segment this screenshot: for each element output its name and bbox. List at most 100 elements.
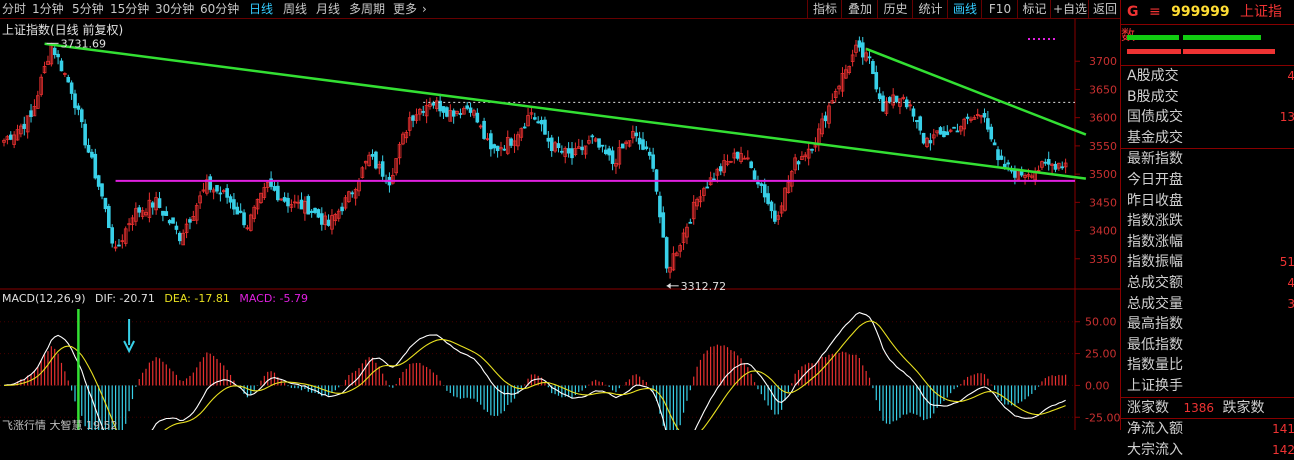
candle-body <box>79 109 84 123</box>
candle-body <box>509 138 513 146</box>
candle-body <box>938 127 943 135</box>
quote-row-value: 51 <box>1279 255 1294 270</box>
timeframe-tab-3[interactable]: 15分钟 <box>110 0 149 18</box>
tool-button-7[interactable]: +自选 <box>1050 0 1089 18</box>
kline-chart[interactable]: 3350 3400 3450 3500 3550 3600 3650 3700 3731.69 3… <box>0 19 1120 430</box>
quote-row-label: 上证换手 <box>1127 377 1183 394</box>
timeframe-tab-0[interactable]: 分时 <box>2 0 26 18</box>
candle-body <box>1006 162 1010 165</box>
candle-body <box>735 151 740 159</box>
quote-row: 净流入额 141 <box>1121 419 1294 440</box>
tool-button-3[interactable]: 统计 <box>912 0 948 18</box>
quote-row-label: A股成交 <box>1127 68 1179 84</box>
timeframe-tab-1[interactable]: 1分钟 <box>32 0 64 18</box>
stock-code: 999999 <box>1171 4 1230 20</box>
candle-body <box>620 143 625 149</box>
timeframe-tab-10[interactable]: 更多 <box>393 0 417 18</box>
candle-body <box>52 47 57 56</box>
quote-row-label: 大宗流入 <box>1127 441 1183 458</box>
quote-row-value: 4 <box>1287 275 1294 290</box>
timeframe-tab-7[interactable]: 周线 <box>283 0 307 18</box>
candle-body <box>560 150 564 153</box>
bar-green-2 <box>1183 35 1261 40</box>
quote-row-value: 141 <box>1272 422 1294 437</box>
candle-body <box>340 206 344 212</box>
candle-body <box>1060 166 1065 169</box>
quote-row-label: 国债成交 <box>1127 109 1183 126</box>
candle-body <box>228 196 233 203</box>
candle-body <box>766 193 770 204</box>
timeframe-tab-4[interactable]: 30分钟 <box>155 0 194 18</box>
quote-row-label: 最低指数 <box>1127 336 1183 353</box>
tool-button-1[interactable]: 叠加 <box>841 0 878 18</box>
candle-body <box>495 145 500 152</box>
candle-body <box>651 154 655 169</box>
macd-dif: DIF: -20.71 <box>95 292 155 305</box>
quote-row-value: 3 <box>1287 296 1294 311</box>
candle-body <box>647 151 652 156</box>
macd-y-tick-label: -25.00 <box>1085 411 1120 424</box>
candle-body <box>218 192 223 195</box>
quote-row-label: 基金成交 <box>1127 129 1183 146</box>
candle-body <box>468 107 473 113</box>
candle-body <box>928 140 933 144</box>
down-count-label: 跌家数 <box>1222 399 1265 416</box>
y-tick-label: 3350 <box>1089 253 1117 266</box>
more-chevron-icon[interactable]: › <box>422 0 427 18</box>
quote-row: 国债成交 13 <box>1121 107 1294 128</box>
timeframe-tab-5[interactable]: 60分钟 <box>200 0 239 18</box>
candle-body <box>888 97 892 102</box>
candle-body <box>276 185 280 201</box>
up-count: 1386 <box>1183 400 1214 415</box>
chart-title: 上证指数(日线 前复权) <box>2 23 124 37</box>
tool-button-2[interactable]: 历史 <box>877 0 913 18</box>
candle-body <box>641 139 645 150</box>
tool-button-4[interactable]: 画线 <box>947 0 982 18</box>
candle-body <box>107 205 111 229</box>
menu-icon[interactable]: ≡ <box>1149 4 1161 20</box>
quote-row-label: 总成交量 <box>1127 295 1183 312</box>
candle-body <box>316 209 321 218</box>
y-tick-label: 3400 <box>1089 225 1117 238</box>
candle-body <box>607 148 611 156</box>
candle-body <box>945 131 950 136</box>
chart-area: 3350 3400 3450 3500 3550 3600 3650 3700 3731.69 3… <box>0 19 1120 430</box>
timeframe-tab-9[interactable]: 多周期 <box>349 0 385 18</box>
candle-body <box>286 197 290 207</box>
up-count-label: 涨家数 <box>1127 399 1169 416</box>
candle-body <box>90 151 94 158</box>
tool-button-5[interactable]: F10 <box>981 0 1018 18</box>
candle-body <box>451 110 456 117</box>
code-prefix: G <box>1127 4 1139 20</box>
candle-body <box>533 117 537 120</box>
y-tick-label: 3650 <box>1089 83 1117 96</box>
macd-value: MACD: -5.79 <box>239 292 308 305</box>
timeframe-tab-2[interactable]: 5分钟 <box>72 0 104 18</box>
candle-body <box>634 132 639 137</box>
candle-body <box>272 186 277 191</box>
candle-body <box>590 135 595 138</box>
timeframe-tab-6[interactable]: 日线 <box>249 0 273 18</box>
candle-body <box>445 107 449 117</box>
quote-row: 昨日收盘 <box>1121 191 1294 212</box>
quote-row: 总成交额 4 <box>1121 273 1294 294</box>
candle-body <box>370 153 375 157</box>
macd-y-tick-label: 25.00 <box>1085 348 1117 361</box>
candle-body <box>992 142 997 146</box>
quote-row-label: 指数涨跌 <box>1127 213 1183 230</box>
candle-body <box>157 198 162 208</box>
tool-button-0[interactable]: 指标 <box>807 0 842 18</box>
candle-body <box>86 144 91 153</box>
timeframe-tab-8[interactable]: 月线 <box>316 0 340 18</box>
candle-body <box>1043 161 1048 164</box>
candle-body <box>566 148 571 154</box>
candle-body <box>489 133 493 150</box>
candle-body <box>580 146 584 151</box>
quote-row: 最高指数 <box>1121 314 1294 335</box>
candle-body <box>1046 159 1051 165</box>
candle-body <box>658 195 662 218</box>
candle-body <box>73 93 77 109</box>
candle-body <box>965 116 970 119</box>
tool-button-8[interactable]: 返回 <box>1088 0 1121 18</box>
tool-button-6[interactable]: 标记 <box>1017 0 1051 18</box>
